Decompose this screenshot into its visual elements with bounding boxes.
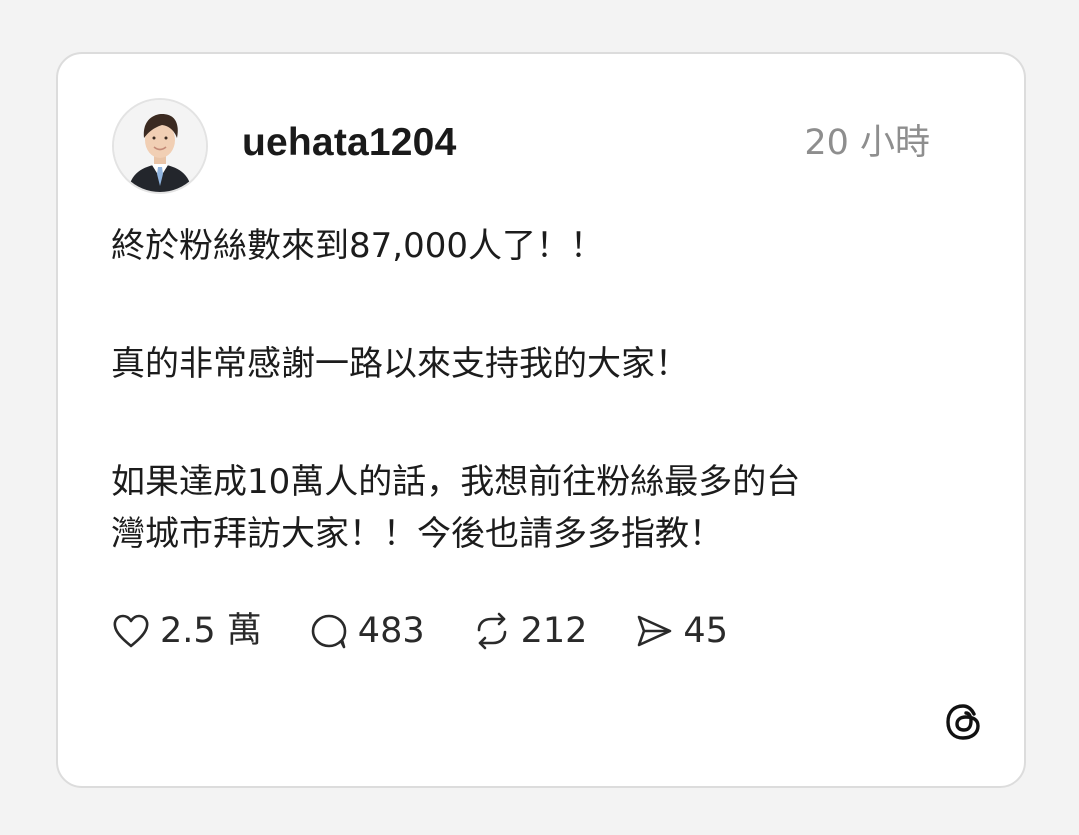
avatar[interactable]	[112, 98, 208, 194]
post-line: 灣城市拜訪大家！！今後也請多多指教！	[111, 514, 723, 554]
post-timestamp: 20 小時	[804, 123, 930, 163]
repost-button[interactable]: 212	[471, 606, 588, 656]
repost-icon	[477, 612, 506, 650]
reply-count: 483	[357, 611, 425, 651]
like-button[interactable]: 2.5 萬	[110, 606, 262, 656]
reply-button[interactable]: 483	[308, 606, 425, 656]
threads-logo-icon	[946, 704, 980, 740]
heart-icon	[113, 614, 149, 648]
like-count: 2.5 萬	[160, 611, 262, 651]
repost-count: 212	[520, 611, 588, 651]
profile-photo-icon	[114, 100, 206, 192]
username[interactable]: uehata1204	[242, 120, 456, 166]
post-line: 如果達成10萬人的話，我想前往粉絲最多的台	[111, 462, 801, 502]
comment-icon	[311, 614, 347, 649]
share-button[interactable]: 45	[633, 606, 728, 656]
post-line: 終於粉絲數來到87,000人了！！	[111, 226, 604, 266]
post-body: 終於粉絲數來到87,000人了！！ 真的非常感謝一路以來支持我的大家！ 如果達成…	[111, 220, 971, 560]
post-actions: 2.5 萬 483 212 45	[110, 606, 774, 656]
post-card: uehata1204 20 小時 終於粉絲數來到87,000人了！！ 真的非常感…	[56, 52, 1026, 788]
share-count: 45	[683, 611, 728, 651]
post-line: 真的非常感謝一路以來支持我的大家！	[111, 344, 689, 384]
send-icon	[638, 615, 672, 647]
